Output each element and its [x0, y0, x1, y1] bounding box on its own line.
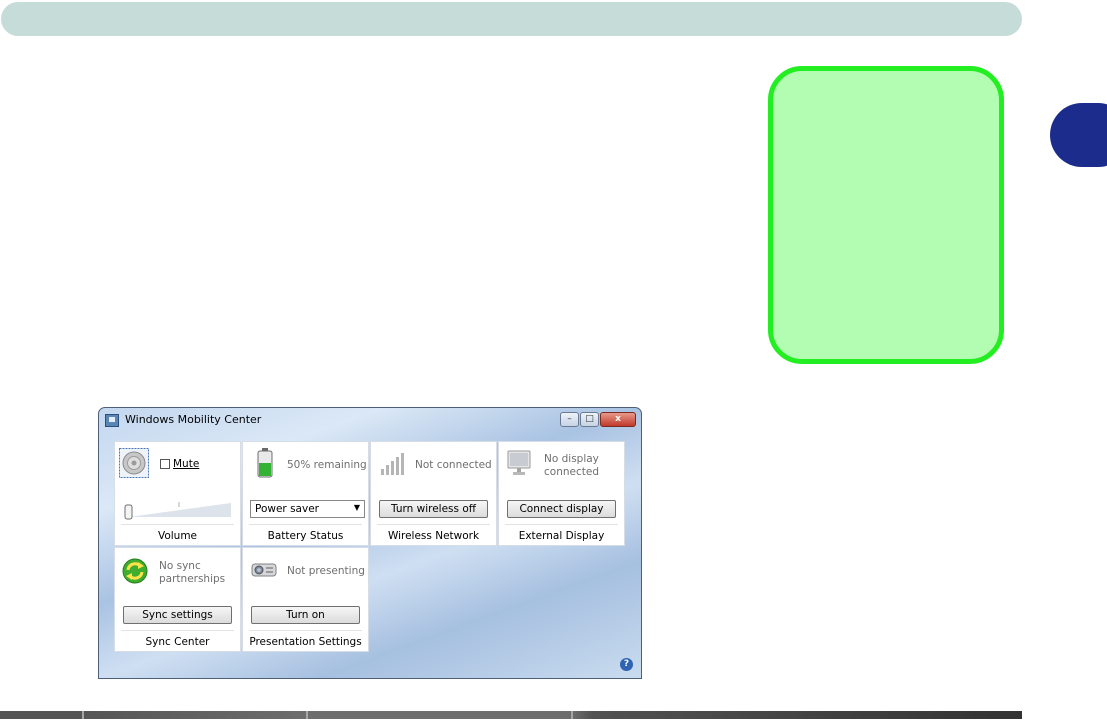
- external-display-tile: No display connected Connect display Ext…: [498, 441, 625, 546]
- volume-tile: Mute Volume: [114, 441, 241, 546]
- sync-status-line1: No sync: [159, 560, 201, 572]
- monitor-icon: [507, 450, 531, 475]
- mute-checkbox[interactable]: [160, 459, 170, 469]
- footer-bar: [0, 711, 1022, 719]
- connect-display-button[interactable]: Connect display: [507, 500, 616, 518]
- wireless-status: Not connected: [415, 459, 492, 471]
- mobility-center-window: Windows Mobility Center – □ x Mute Volum…: [98, 407, 642, 679]
- window-title: Windows Mobility Center: [125, 413, 262, 426]
- sync-caption: Sync Center: [145, 636, 210, 648]
- minimize-button[interactable]: –: [560, 412, 579, 427]
- volume-slider[interactable]: [123, 495, 235, 521]
- maximize-button[interactable]: □: [580, 412, 599, 427]
- wireless-caption: Wireless Network: [387, 530, 480, 542]
- signal-strength-icon: [381, 453, 404, 475]
- battery-tile: 50% remaining Power saver ▼ Battery Stat…: [242, 441, 369, 546]
- battery-caption: Battery Status: [267, 530, 344, 542]
- presentation-tile: Not presenting Turn on Presentation Sett…: [242, 547, 369, 652]
- presentation-caption: Presentation Settings: [249, 636, 362, 648]
- wireless-tile: Not connected Turn wireless off Wireless…: [370, 441, 497, 546]
- battery-icon: [257, 448, 273, 478]
- close-button[interactable]: x: [600, 412, 636, 427]
- power-plan-select[interactable]: Power saver ▼: [250, 500, 365, 518]
- chevron-down-icon: ▼: [353, 503, 360, 512]
- chapter-tab: [1050, 103, 1107, 167]
- help-icon[interactable]: ?: [620, 658, 633, 671]
- display-status-line2: connected: [544, 466, 599, 478]
- sync-status-line2: partnerships: [159, 573, 226, 585]
- note-callout-box: [768, 66, 1004, 364]
- projector-icon: [251, 563, 277, 577]
- turn-on-presentation-button[interactable]: Turn on: [251, 606, 360, 624]
- battery-status: 50% remaining: [287, 459, 367, 471]
- turn-wireless-off-button[interactable]: Turn wireless off: [379, 500, 488, 518]
- header-bar: [1, 2, 1022, 36]
- presentation-status: Not presenting: [287, 565, 365, 577]
- power-plan-value: Power saver: [255, 503, 319, 515]
- speaker-icon[interactable]: [119, 448, 149, 478]
- sync-center-tile: No sync partnerships Sync settings Sync …: [114, 547, 241, 652]
- sync-settings-button[interactable]: Sync settings: [123, 606, 232, 624]
- mute-label: Mute: [173, 458, 200, 470]
- display-caption: External Display: [518, 530, 605, 542]
- display-status-line1: No display: [544, 453, 599, 465]
- sync-icon: [122, 558, 148, 584]
- volume-caption: Volume: [157, 530, 198, 542]
- mobility-center-app-icon: [105, 414, 119, 427]
